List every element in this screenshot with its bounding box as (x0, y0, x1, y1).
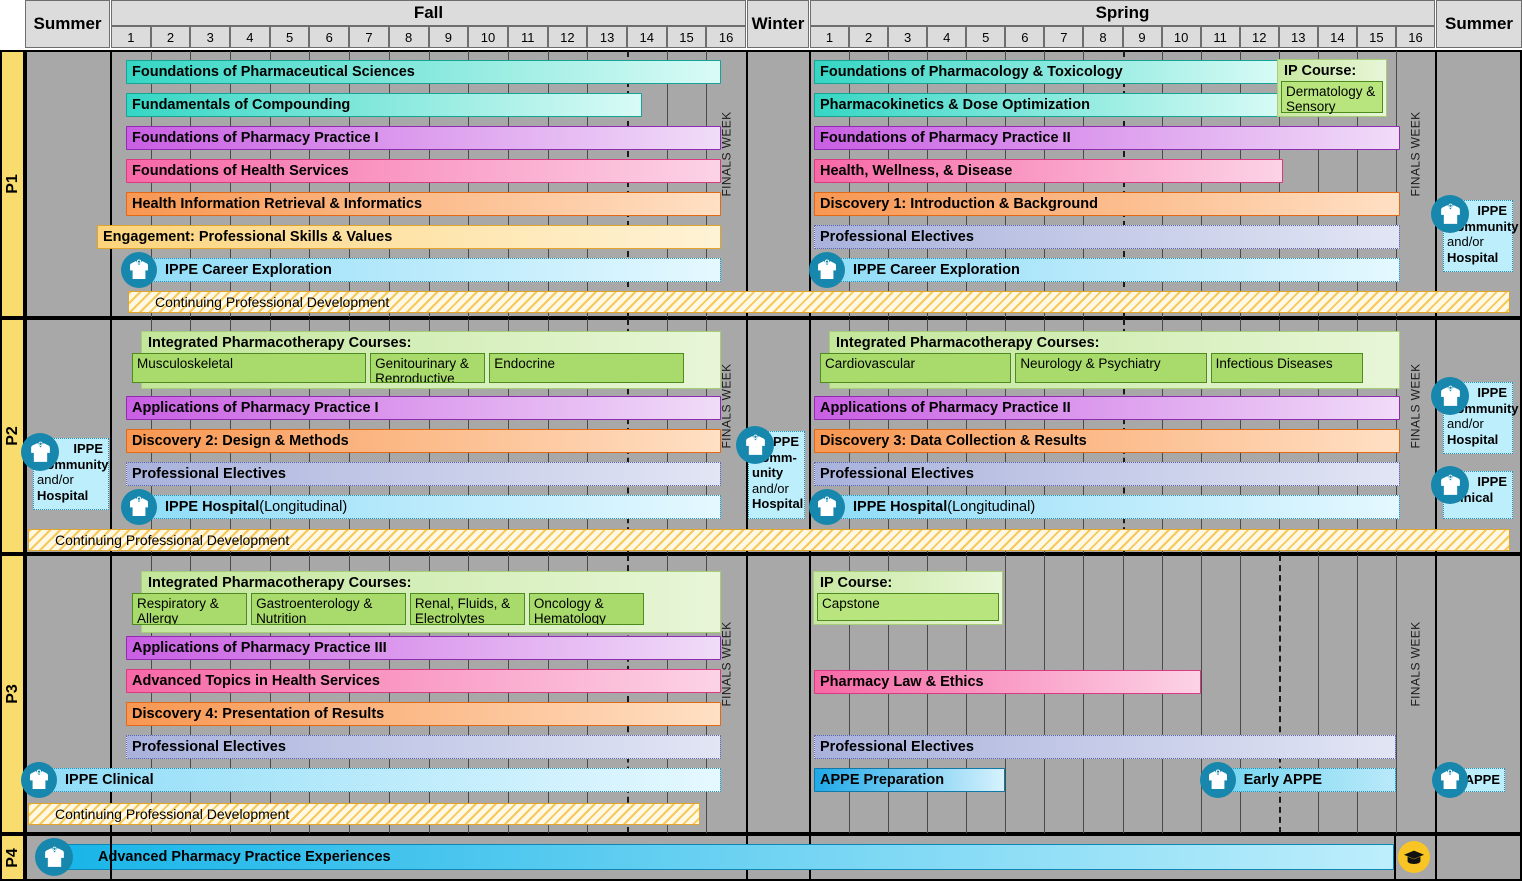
shirt-icon (1431, 195, 1469, 233)
shirt-icon (35, 838, 73, 876)
shirt-icon (121, 252, 157, 288)
shirt-icon (21, 762, 57, 798)
shirt-icon (809, 489, 845, 525)
shirt-icon (1431, 377, 1469, 415)
shirt-icon (1431, 466, 1469, 504)
shirt-icon (1199, 762, 1236, 798)
shirt-icon (21, 433, 59, 471)
shirt-icon (1432, 762, 1468, 798)
graduation-cap-icon (1398, 841, 1430, 873)
shirt-icon (736, 426, 774, 464)
shirt-icon (809, 252, 845, 288)
curriculum-timeline: Summer Fall Winter Spring Summer 1 2 3 4 5 6 7 8 9 10 1… (0, 0, 1522, 881)
shirt-icon (121, 489, 157, 525)
